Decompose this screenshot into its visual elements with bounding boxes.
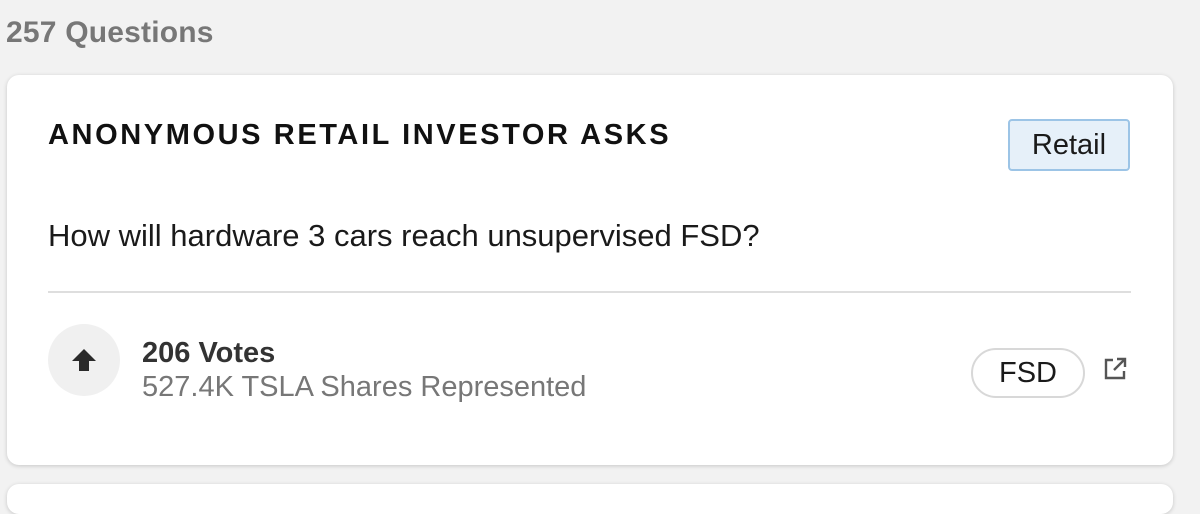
upvote-button[interactable] <box>48 324 120 396</box>
arrow-up-icon <box>72 349 96 371</box>
shares-represented: 527.4K TSLA Shares Represented <box>142 371 587 403</box>
question-text: How will hardware 3 cars reach unsupervi… <box>48 218 760 253</box>
question-count: 257 Questions <box>6 16 214 49</box>
external-link-icon[interactable] <box>1101 355 1129 383</box>
fsd-tag[interactable]: FSD <box>971 348 1085 398</box>
asker-label: ANONYMOUS RETAIL INVESTOR ASKS <box>48 119 672 151</box>
vote-count: 206 Votes <box>142 337 276 369</box>
question-card: ANONYMOUS RETAIL INVESTOR ASKS Retail Ho… <box>7 75 1173 465</box>
divider <box>48 291 1131 293</box>
retail-tag[interactable]: Retail <box>1008 119 1130 171</box>
next-question-card <box>7 484 1173 514</box>
